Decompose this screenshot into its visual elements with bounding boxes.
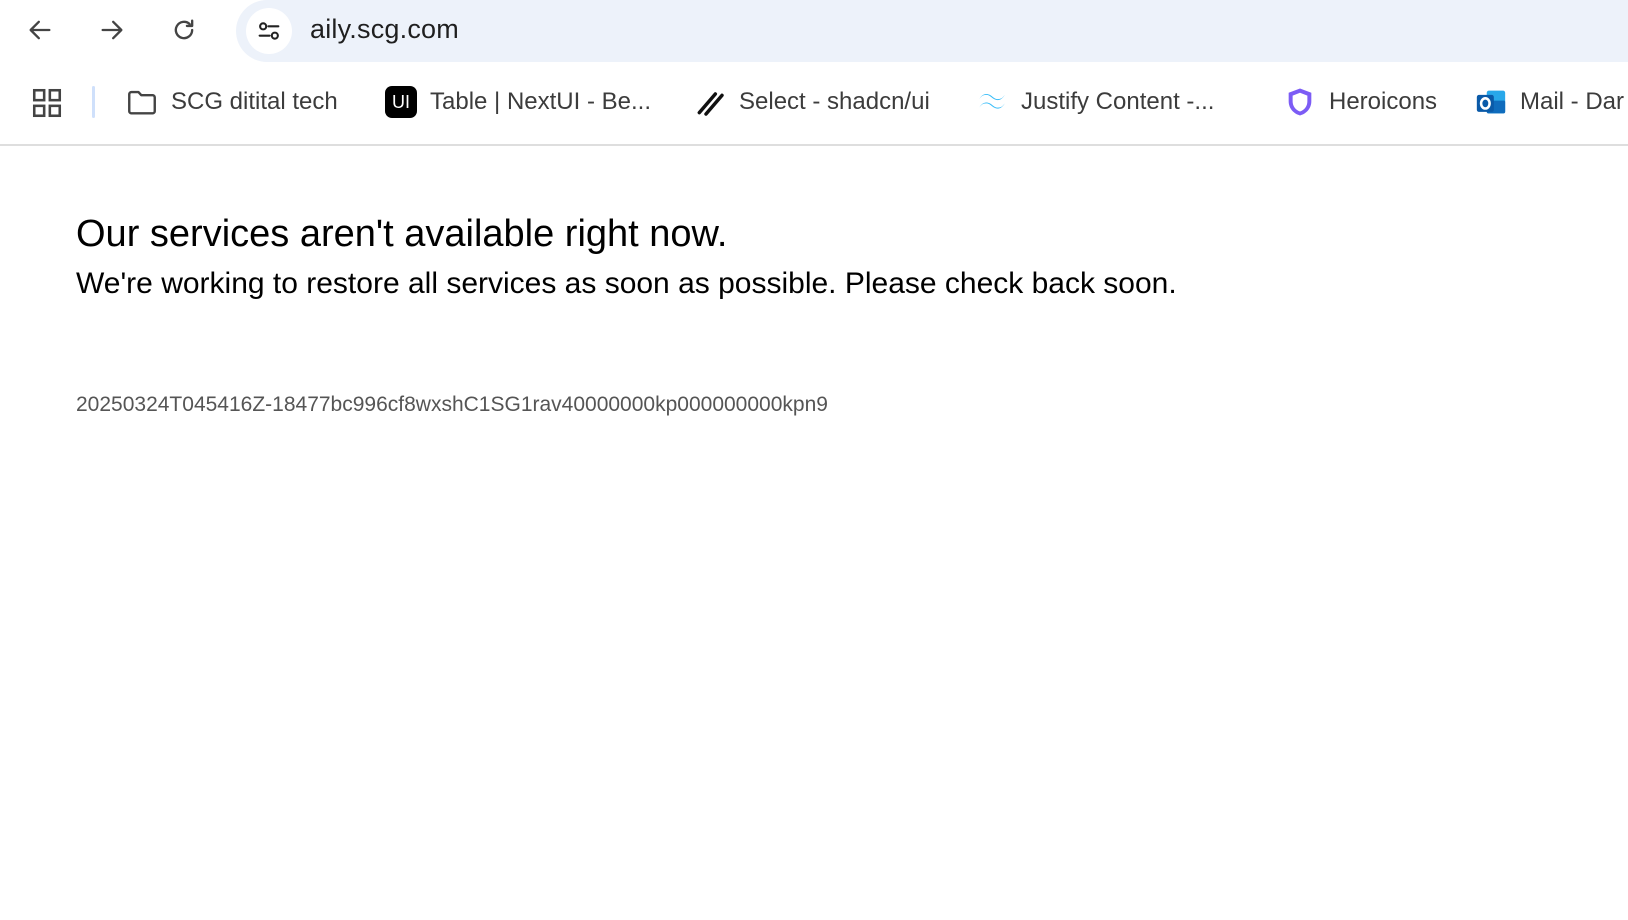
bookmark-label: Select - shadcn/ui: [739, 88, 930, 115]
outlook-icon: [1474, 85, 1508, 119]
page-subtitle: We're working to restore all services as…: [76, 267, 1177, 300]
bookmark-nextui-table[interactable]: UI Table | NextUI - Be...: [384, 82, 651, 122]
bookmarks-bar: SCG ditital tech UI Table | NextUI - Be.…: [0, 62, 1628, 146]
bookmark-label: Mail - Dar: [1520, 88, 1625, 115]
back-button[interactable]: [20, 10, 60, 50]
page-title: Our services aren't available right now.: [76, 213, 728, 255]
tailwind-icon: [975, 85, 1009, 119]
forward-button[interactable]: [92, 10, 132, 50]
bookmark-shadcn-select[interactable]: Select - shadcn/ui: [693, 82, 930, 122]
arrow-left-icon: [29, 20, 51, 40]
bookmark-label: Justify Content -...: [1021, 88, 1215, 115]
bookmark-heroicons[interactable]: Heroicons: [1283, 82, 1437, 122]
url-text[interactable]: aily.scg.com: [310, 14, 459, 45]
bookmark-scg-ditital-tech[interactable]: SCG ditital tech: [125, 82, 338, 122]
arrow-right-icon: [101, 20, 123, 40]
bookmark-label: Heroicons: [1329, 88, 1438, 115]
bookmark-tailwind-justify-content[interactable]: Justify Content -...: [975, 82, 1214, 122]
bookmarks-separator: [92, 86, 95, 118]
error-reference-id: 20250324T045416Z-18477bc996cf8wxshC1SG1r…: [76, 393, 828, 416]
heroicons-shield-icon: [1283, 85, 1317, 119]
apps-grid-icon[interactable]: [30, 86, 64, 120]
site-info-button[interactable]: [246, 8, 292, 54]
reload-icon: [174, 19, 194, 40]
bookmark-label: Table | NextUI - Be...: [430, 88, 651, 115]
tune-icon: [258, 22, 280, 40]
reload-button[interactable]: [164, 10, 204, 50]
bookmark-label: SCG ditital tech: [171, 88, 338, 115]
nextui-icon: UI: [384, 85, 418, 119]
folder-icon: [125, 85, 159, 119]
shadcn-icon: [693, 85, 727, 119]
error-message: Our services aren't available right now.…: [76, 210, 1576, 304]
browser-toolbar: aily.scg.com: [0, 0, 1628, 62]
address-bar[interactable]: aily.scg.com: [236, 0, 1628, 62]
bookmark-outlook-mail[interactable]: Mail - Dar: [1474, 82, 1624, 122]
